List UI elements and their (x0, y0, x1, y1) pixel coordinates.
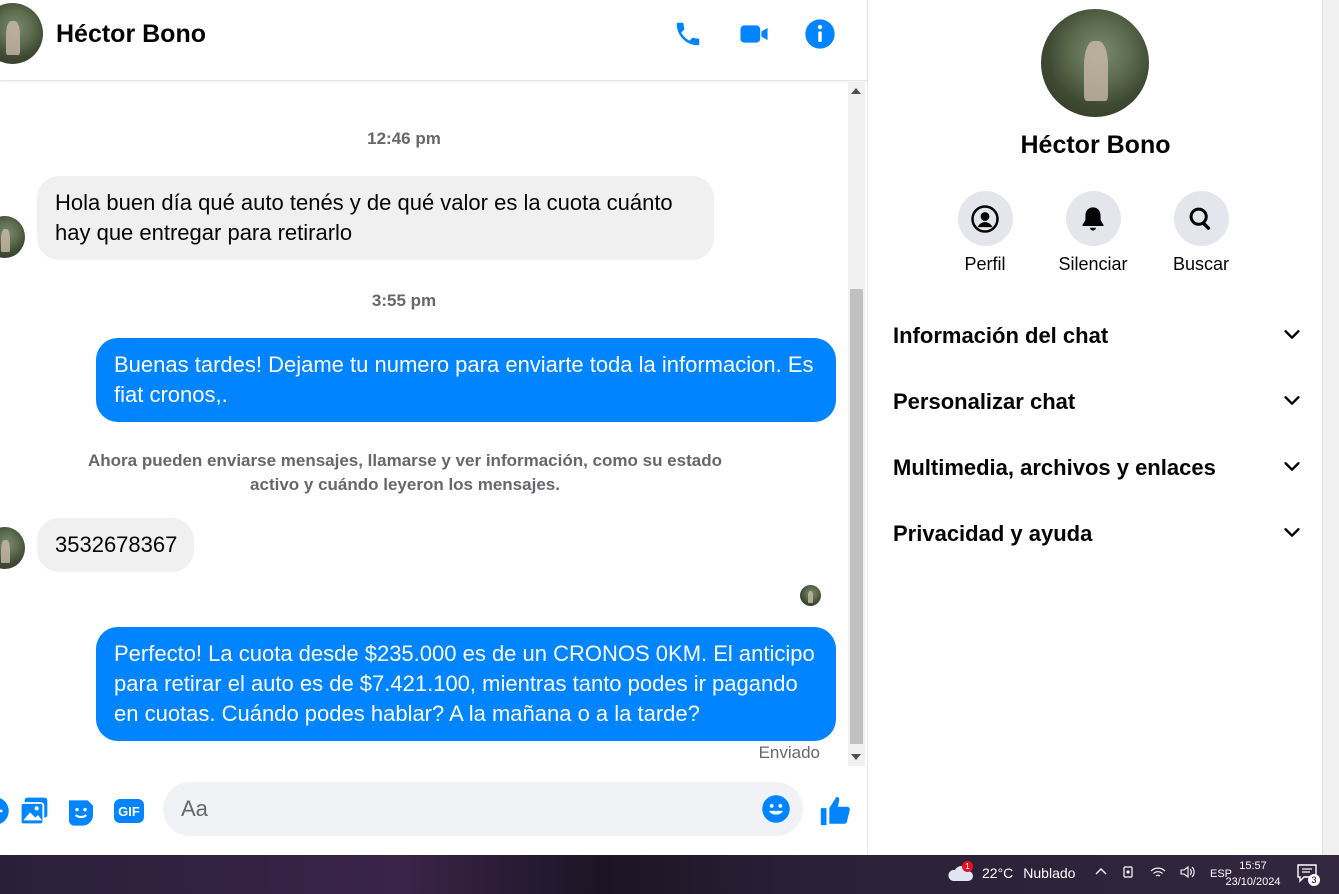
taskbar: 1 22°C Nublado ESP 15:57 23/10/2024 3 (0, 855, 1339, 894)
chevron-down-icon (1281, 521, 1303, 548)
message-input-wrapper (163, 782, 803, 836)
section-title: Información del chat (893, 323, 1109, 348)
search-icon (1173, 191, 1229, 246)
svg-text:GIF: GIF (118, 804, 140, 819)
clock[interactable]: 15:57 23/10/2024 (1218, 858, 1288, 890)
seen-avatar (800, 585, 821, 606)
cloud-icon: 1 (946, 861, 974, 883)
chevron-down-icon (1281, 323, 1303, 350)
scroll-down-arrow[interactable] (851, 754, 861, 760)
incoming-message[interactable]: 3532678367 (37, 518, 194, 572)
search-button[interactable]: Buscar (1151, 191, 1251, 275)
sticker-icon[interactable] (64, 794, 98, 828)
chevron-down-icon (1281, 389, 1303, 416)
section-title: Multimedia, archivos y enlaces (893, 455, 1216, 480)
timestamp: 3:55 pm (371, 291, 437, 310)
info-contact-name: Héctor Bono (1020, 131, 1171, 159)
section-privacy-help[interactable]: Privacidad y ayuda (893, 509, 1303, 559)
contact-name[interactable]: Héctor Bono (56, 20, 206, 49)
message-list[interactable]: 12:46 pm Hola buen día qué auto tenés y … (0, 82, 848, 766)
contact-avatar[interactable] (0, 3, 43, 64)
info-icon[interactable] (802, 16, 838, 52)
clock-time: 15:57 (1239, 860, 1267, 872)
volume-icon[interactable] (1180, 865, 1196, 882)
scroll-thumb[interactable] (850, 289, 863, 744)
mute-label: Silenciar (1058, 254, 1128, 274)
sent-status: Enviado (758, 743, 820, 762)
weather-condition: Nublado (1023, 865, 1076, 881)
temperature: 22°C (982, 865, 1014, 881)
section-media-files-links[interactable]: Multimedia, archivos y enlaces (893, 443, 1303, 493)
meet-now-icon[interactable] (1122, 865, 1136, 882)
like-icon[interactable] (818, 794, 852, 828)
scroll-up-arrow[interactable] (851, 88, 861, 94)
message-input[interactable] (181, 782, 741, 836)
window-scrollbar[interactable] (1322, 0, 1339, 855)
composer: GIF (0, 770, 867, 855)
conversation-info-panel: Héctor Bono Perfil Silenciar Buscar Info… (869, 0, 1322, 855)
chevron-up-icon[interactable] (1094, 865, 1108, 882)
profile-label: Perfil (964, 254, 1006, 274)
section-title: Privacidad y ayuda (893, 521, 1093, 546)
section-chat-info[interactable]: Información del chat (893, 311, 1303, 361)
profile-icon (957, 191, 1013, 246)
search-label: Buscar (1172, 254, 1230, 274)
system-tray: ESP (1094, 865, 1232, 882)
wifi-icon[interactable] (1150, 865, 1166, 882)
outgoing-message[interactable]: Buenas tardes! Dejame tu numero para env… (96, 338, 836, 422)
sender-avatar[interactable] (0, 527, 25, 569)
plus-icon[interactable] (0, 794, 12, 828)
weather-badge: 1 (962, 861, 973, 872)
contact-profile-photo[interactable] (1041, 9, 1149, 117)
phone-icon[interactable] (670, 16, 706, 52)
incoming-message[interactable]: Hola buen día qué auto tenés y de qué va… (37, 176, 714, 260)
section-title: Personalizar chat (893, 389, 1076, 414)
image-icon[interactable] (17, 794, 51, 828)
profile-button[interactable]: Perfil (935, 191, 1035, 275)
outgoing-message[interactable]: Perfecto! La cuota desde $235.000 es de … (96, 627, 836, 741)
emoji-icon[interactable] (761, 794, 791, 824)
chat-scrollbar[interactable] (848, 82, 865, 766)
mute-button[interactable]: Silenciar (1043, 191, 1143, 275)
bell-icon (1065, 191, 1121, 246)
notification-count: 3 (1308, 874, 1320, 886)
messenger-window: Héctor Bono 12:46 pm Hola buen día qué a… (0, 0, 1339, 855)
timestamp: 12:46 pm (367, 129, 441, 148)
chevron-down-icon (1281, 455, 1303, 482)
chat-header: Héctor Bono (0, 0, 867, 81)
chat-panel: Héctor Bono 12:46 pm Hola buen día qué a… (0, 0, 868, 855)
section-customize-chat[interactable]: Personalizar chat (893, 377, 1303, 427)
clock-date: 23/10/2024 (1225, 876, 1281, 888)
gif-icon[interactable]: GIF (112, 794, 146, 828)
notification-icon[interactable]: 3 (1296, 863, 1322, 887)
sender-avatar[interactable] (0, 216, 25, 258)
video-camera-icon[interactable] (736, 16, 772, 52)
system-note: Ahora pueden enviarse mensajes, llamarse… (88, 451, 722, 494)
weather-widget[interactable]: 1 22°C Nublado (946, 861, 1076, 883)
